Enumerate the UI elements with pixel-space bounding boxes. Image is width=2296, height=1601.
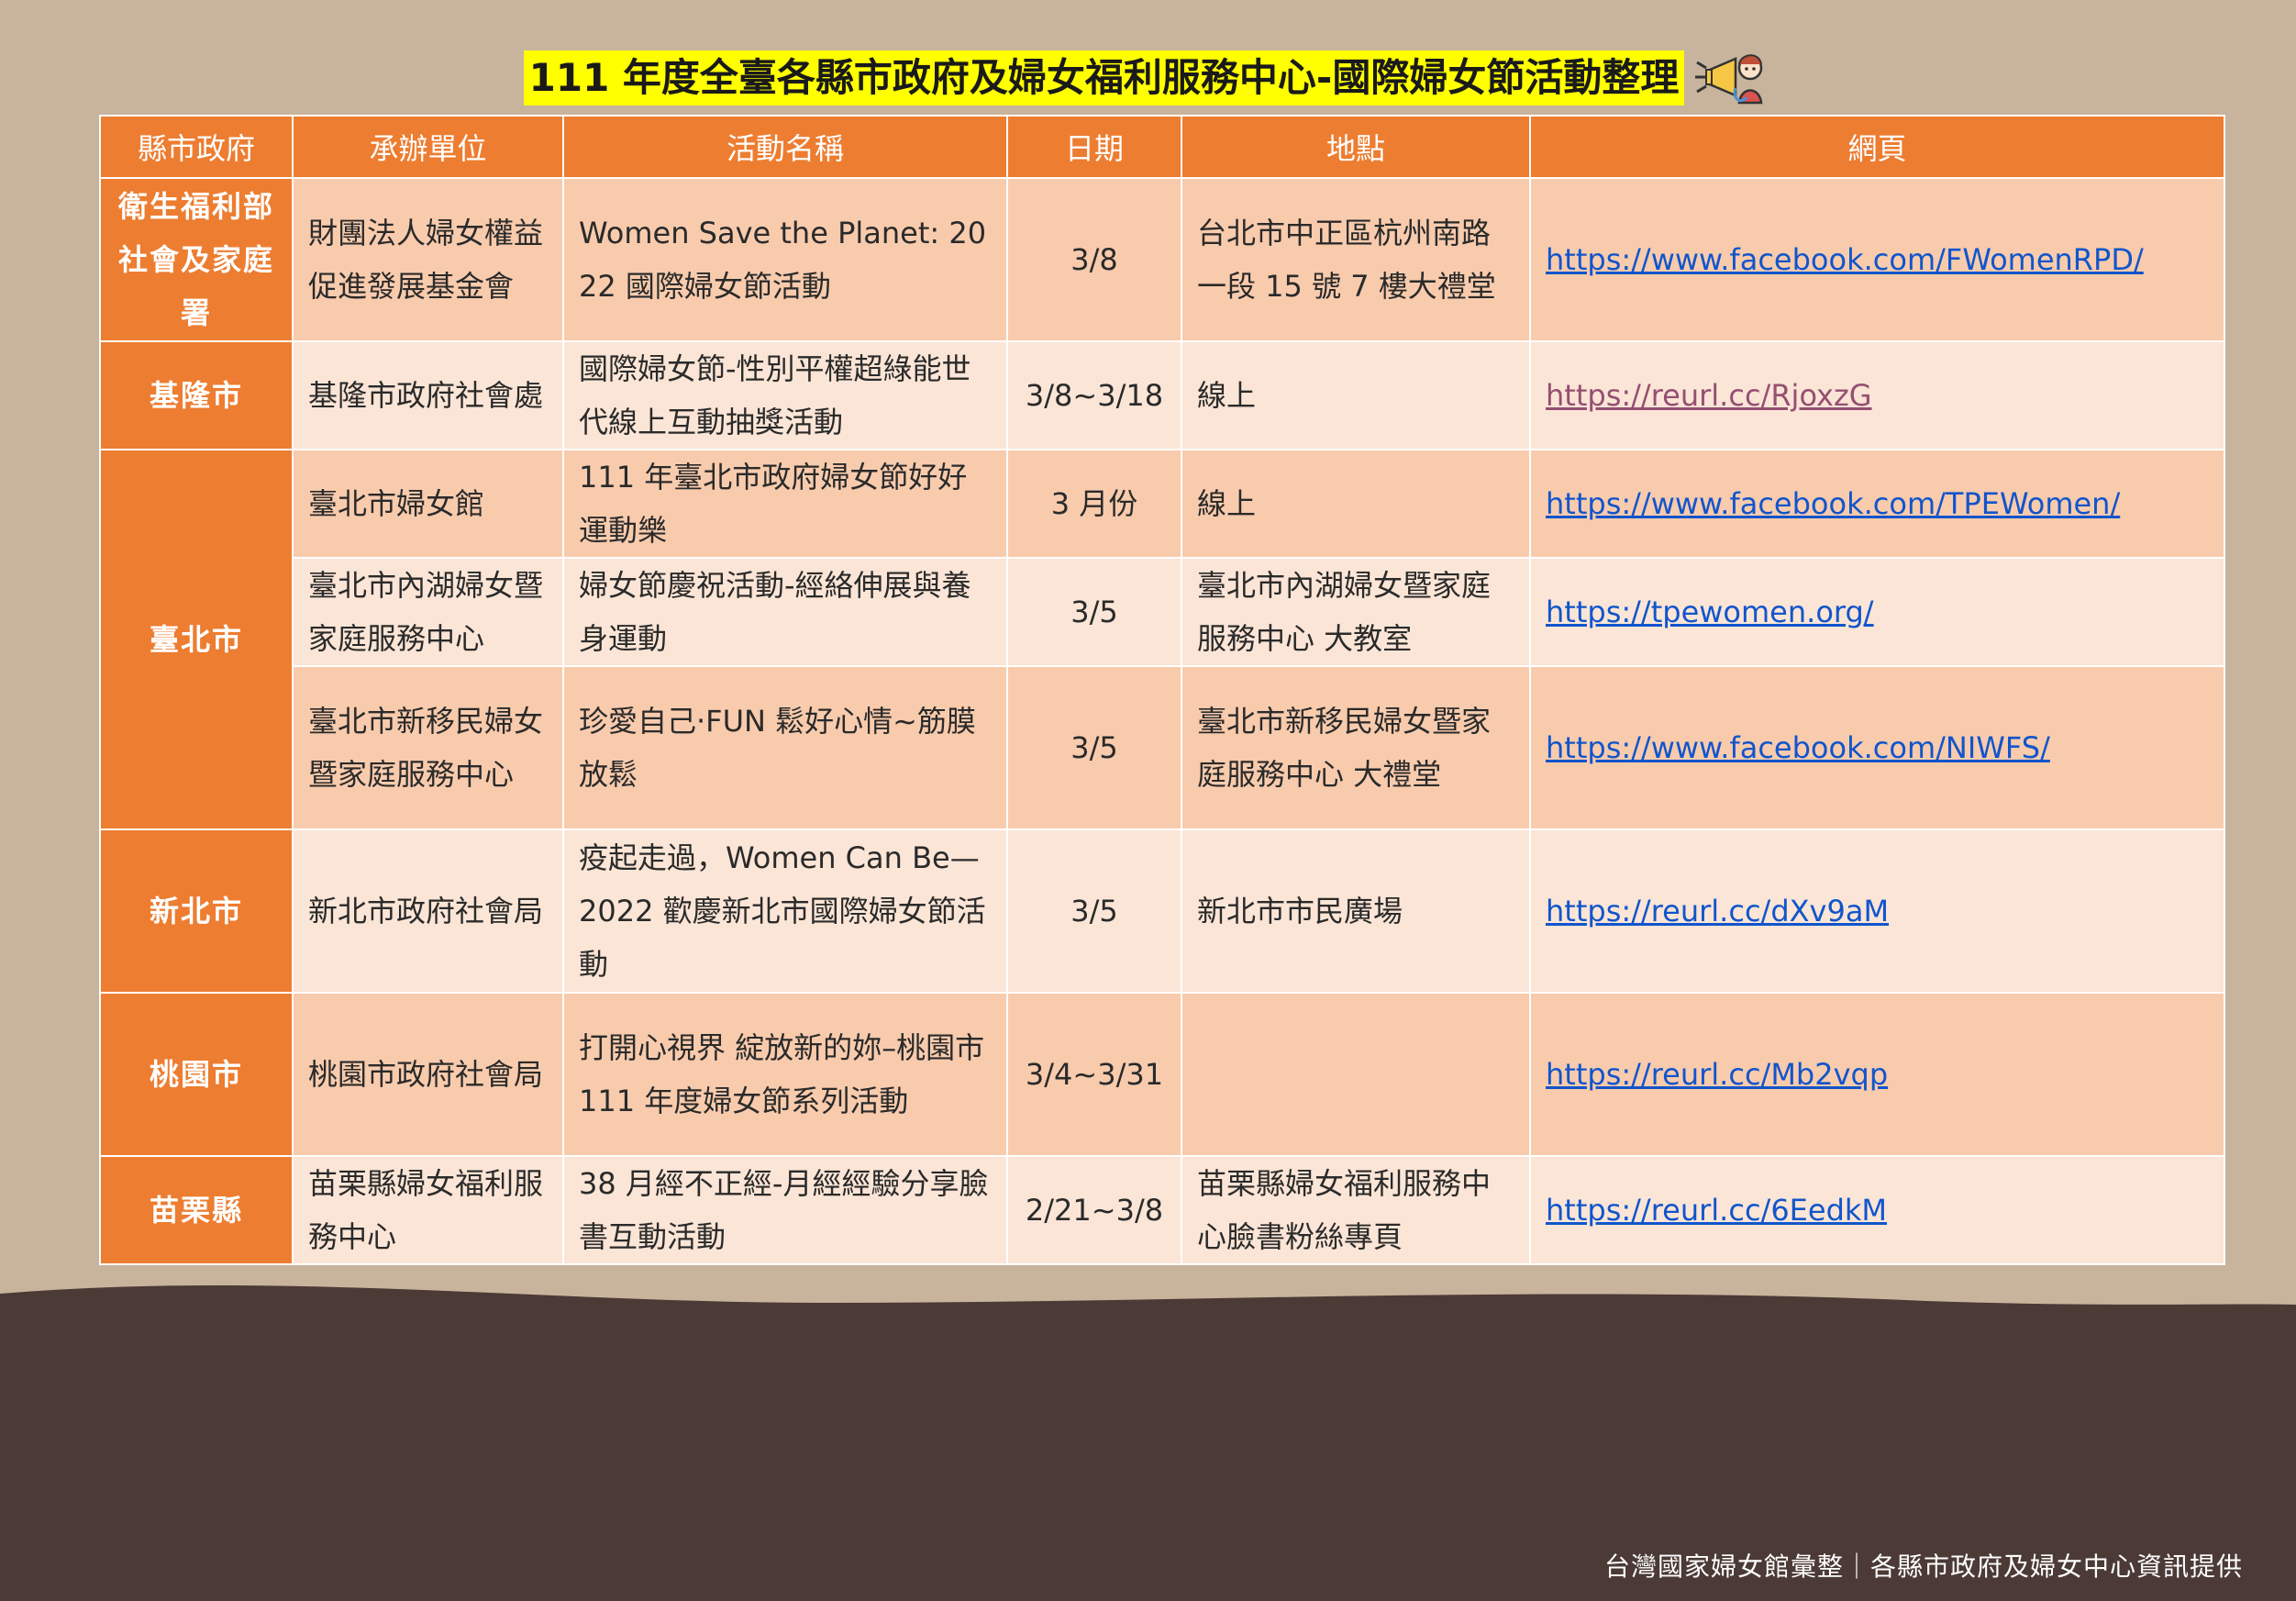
table-header-row: 縣市政府 承辦單位 活動名稱 日期 地點 網頁 (99, 115, 2225, 179)
page-title: 111 年度全臺各縣市政府及婦女福利服務中心-國際婦女節活動整理 (523, 50, 1685, 106)
organizer-cell: 臺北市婦女館 (292, 449, 564, 559)
location-cell: 線上 (1181, 340, 1531, 450)
date-cell: 3 月份 (1006, 449, 1182, 559)
location-cell: 臺北市內湖婦女暨家庭服務中心 大教室 (1181, 557, 1531, 667)
website-cell: https://reurl.cc/RjoxzG (1529, 340, 2225, 450)
county-cell: 新北市 (99, 828, 294, 994)
website-cell: https://www.facebook.com/FWomenRPD/ (1529, 177, 2225, 342)
header-date: 日期 (1006, 115, 1182, 179)
table-row: 臺北市 臺北市婦女館 111 年臺北市政府婦女節好好運動樂 3 月份 線上 ht… (99, 449, 2225, 830)
organizer-cell: 苗栗縣婦女福利服務中心 (292, 1155, 564, 1265)
website-link[interactable]: https://www.facebook.com/NIWFS/ (1546, 730, 2050, 765)
table-row: 新北市 新北市政府社會局 疫起走過，Women Can Be—2022 歡慶新北… (99, 828, 2225, 994)
activity-cell: 打開心視界 綻放新的妳–桃園市 111 年度婦女節系列活動 (562, 992, 1008, 1157)
activity-cell: 疫起走過，Women Can Be—2022 歡慶新北市國際婦女節活動 (562, 828, 1008, 994)
website-link[interactable]: https://reurl.cc/Mb2vqp (1546, 1057, 1888, 1092)
header-location: 地點 (1181, 115, 1531, 179)
website-cell: https://tpewomen.org/ (1529, 557, 2225, 667)
date-cell: 3/5 (1006, 665, 1182, 830)
date-cell: 3/8~3/18 (1006, 340, 1182, 450)
date-cell: 3/5 (1006, 828, 1182, 994)
county-cell: 衛生福利部社會及家庭署 (99, 177, 294, 342)
website-link[interactable]: https://www.facebook.com/FWomenRPD/ (1546, 242, 2144, 277)
activity-cell: 38 月經不正經-月經經驗分享臉書互動活動 (562, 1155, 1008, 1265)
activity-cell: 111 年臺北市政府婦女節好好運動樂 (562, 449, 1008, 559)
organizer-cell: 桃園市政府社會局 (292, 992, 564, 1157)
header-website: 網頁 (1529, 115, 2225, 179)
table-row: 桃園市 桃園市政府社會局 打開心視界 綻放新的妳–桃園市 111 年度婦女節系列… (99, 992, 2225, 1157)
date-cell: 3/8 (1006, 177, 1182, 342)
organizer-cell: 財團法人婦女權益促進發展基金會 (292, 177, 564, 342)
location-cell: 線上 (1181, 449, 1531, 559)
table-row: 苗栗縣 苗栗縣婦女福利服務中心 38 月經不正經-月經經驗分享臉書互動活動 2/… (99, 1155, 2225, 1265)
activity-cell: Women Save the Planet: 2022 國際婦女節活動 (562, 177, 1008, 342)
website-link[interactable]: https://reurl.cc/dXv9aM (1546, 894, 1889, 928)
county-cell: 桃園市 (99, 992, 294, 1157)
website-cell: https://reurl.cc/Mb2vqp (1529, 992, 2225, 1157)
location-cell (1181, 992, 1531, 1157)
location-cell: 新北市市民廣場 (1181, 828, 1531, 994)
organizer-cell: 臺北市新移民婦女暨家庭服務中心 (292, 665, 564, 830)
date-cell: 3/5 (1006, 557, 1182, 667)
website-cell: https://reurl.cc/6EedkM (1529, 1155, 2225, 1265)
county-cell: 基隆市 (99, 340, 294, 450)
website-cell: https://www.facebook.com/TPEWomen/ (1529, 449, 2225, 559)
activity-cell: 珍愛自己‧FUN 鬆好心情~筋膜放鬆 (562, 665, 1008, 830)
footer-credit: 台灣國家婦女館彙整｜各縣市政府及婦女中心資訊提供 (1603, 1551, 2243, 1582)
header-organizer: 承辦單位 (292, 115, 564, 179)
table-row: 衛生福利部社會及家庭署 財團法人婦女權益促進發展基金會 Women Save t… (99, 177, 2225, 342)
website-link[interactable]: https://reurl.cc/6EedkM (1546, 1193, 1887, 1228)
location-cell: 臺北市新移民婦女暨家庭服務中心 大禮堂 (1181, 665, 1531, 830)
megaphone-character-icon (1695, 54, 1763, 105)
events-table: 縣市政府 承辦單位 活動名稱 日期 地點 網頁 衛生福利部社會及家庭署 財團法人… (99, 115, 2225, 1265)
website-cell: https://reurl.cc/dXv9aM (1529, 828, 2225, 994)
date-cell: 3/4~3/31 (1006, 992, 1182, 1157)
website-link[interactable]: https://reurl.cc/RjoxzG (1546, 378, 1872, 413)
county-cell: 苗栗縣 (99, 1155, 294, 1265)
website-cell: https://www.facebook.com/NIWFS/ (1529, 665, 2225, 830)
organizer-cell: 臺北市內湖婦女暨家庭服務中心 (292, 557, 564, 667)
date-cell: 2/21~3/8 (1006, 1155, 1182, 1265)
location-cell: 台北市中正區杭州南路一段 15 號 7 樓大禮堂 (1181, 177, 1531, 342)
table-row: 臺北市新移民婦女暨家庭服務中心 珍愛自己‧FUN 鬆好心情~筋膜放鬆 3/5 臺… (100, 665, 2225, 830)
organizer-cell: 基隆市政府社會處 (292, 340, 564, 450)
table-row: 基隆市 基隆市政府社會處 國際婦女節-性別平權超綠能世代線上互動抽獎活動 3/8… (99, 340, 2225, 450)
header-activity: 活動名稱 (562, 115, 1008, 179)
table-row: 臺北市內湖婦女暨家庭服務中心 婦女節慶祝活動-經絡伸展與養身運動 3/5 臺北市… (100, 557, 2225, 667)
website-link[interactable]: https://www.facebook.com/TPEWomen/ (1546, 486, 2120, 521)
title-bar: 111 年度全臺各縣市政府及婦女福利服務中心-國際婦女節活動整理 (0, 50, 2296, 106)
activity-cell: 婦女節慶祝活動-經絡伸展與養身運動 (562, 557, 1008, 667)
county-cell: 臺北市 (99, 449, 294, 830)
organizer-cell: 新北市政府社會局 (292, 828, 564, 994)
header-county: 縣市政府 (99, 115, 294, 179)
location-cell: 苗栗縣婦女福利服務中心臉書粉絲專頁 (1181, 1155, 1531, 1265)
website-link[interactable]: https://tpewomen.org/ (1546, 595, 1874, 629)
activity-cell: 國際婦女節-性別平權超綠能世代線上互動抽獎活動 (562, 340, 1008, 450)
